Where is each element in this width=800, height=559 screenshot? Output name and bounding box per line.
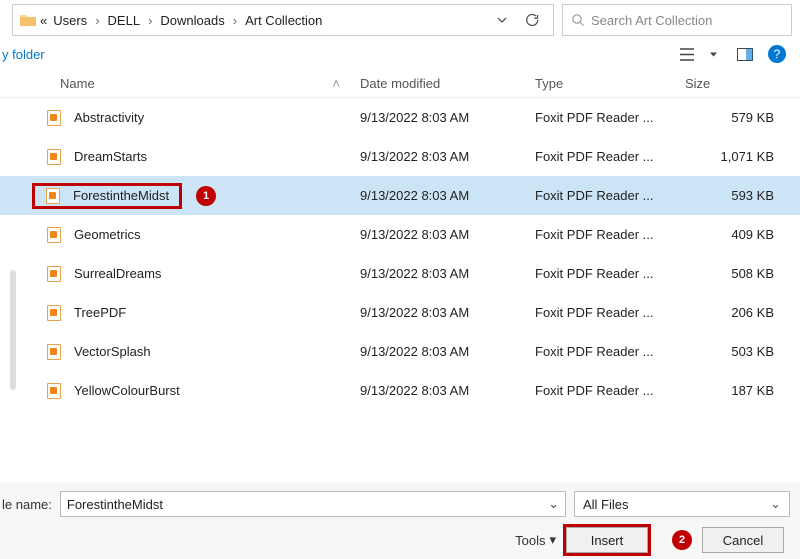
view-list-icon[interactable] — [674, 42, 700, 66]
file-row[interactable]: DreamStarts 9/13/2022 8:03 AMFoxit PDF R… — [0, 137, 800, 176]
sort-indicator-icon: ˄ — [332, 76, 340, 91]
file-date: 9/13/2022 8:03 AM — [360, 110, 535, 125]
tools-menu[interactable]: Tools ▾ — [515, 532, 556, 548]
pdf-file-icon — [46, 266, 62, 282]
file-row[interactable]: Geometrics 9/13/2022 8:03 AMFoxit PDF Re… — [0, 215, 800, 254]
chevron-down-icon[interactable]: ⌄ — [548, 496, 559, 512]
file-type: Foxit PDF Reader ... — [535, 110, 685, 125]
file-name: ForestintheMidst — [73, 188, 175, 203]
refresh-button[interactable] — [517, 6, 547, 34]
file-name: TreePDF — [74, 305, 354, 320]
file-size: 508 KB — [685, 266, 790, 281]
file-row[interactable]: Abstractivity 9/13/2022 8:03 AMFoxit PDF… — [0, 98, 800, 137]
chevron-right-icon: › — [95, 13, 99, 28]
file-name: YellowColourBurst — [74, 383, 354, 398]
annotation-badge-2: 2 — [672, 530, 692, 550]
file-name: Abstractivity — [74, 110, 354, 125]
view-dropdown-icon[interactable] — [700, 42, 726, 66]
column-size[interactable]: Size — [685, 76, 790, 91]
column-date[interactable]: Date modified — [360, 76, 535, 91]
column-type[interactable]: Type — [535, 76, 685, 91]
file-date: 9/13/2022 8:03 AM — [360, 188, 535, 203]
file-row[interactable]: YellowColourBurst 9/13/2022 8:03 AMFoxit… — [0, 371, 800, 410]
file-date: 9/13/2022 8:03 AM — [360, 383, 535, 398]
pdf-file-icon — [46, 344, 62, 360]
filename-input[interactable]: ForestintheMidst ⌄ — [60, 491, 566, 517]
crumb-users[interactable]: Users — [50, 11, 90, 30]
file-date: 9/13/2022 8:03 AM — [360, 149, 535, 164]
crumb-prefix: « — [37, 11, 50, 30]
file-type: Foxit PDF Reader ... — [535, 344, 685, 359]
file-size: 187 KB — [685, 383, 790, 398]
column-name[interactable]: Name˄ — [0, 76, 360, 91]
pdf-file-icon — [46, 383, 62, 399]
crumb-downloads[interactable]: Downloads — [157, 11, 227, 30]
file-size: 409 KB — [685, 227, 790, 242]
crumb-dell[interactable]: DELL — [105, 11, 144, 30]
file-size: 1,071 KB — [685, 149, 790, 164]
file-size: 579 KB — [685, 110, 790, 125]
file-row[interactable]: ForestintheMidst 1 9/13/2022 8:03 AMFoxi… — [0, 176, 800, 215]
file-name: VectorSplash — [74, 344, 354, 359]
file-type-filter[interactable]: All Files ⌄ — [574, 491, 790, 517]
history-dropdown[interactable] — [487, 6, 517, 34]
chevron-right-icon: › — [148, 13, 152, 28]
file-type: Foxit PDF Reader ... — [535, 227, 685, 242]
annotation-highlight: ForestintheMidst — [32, 183, 182, 209]
file-name: SurrealDreams — [74, 266, 354, 281]
search-input[interactable]: Search Art Collection — [562, 4, 792, 36]
caret-down-icon: ▾ — [549, 532, 556, 548]
filename-label: le name: — [2, 497, 52, 512]
file-date: 9/13/2022 8:03 AM — [360, 344, 535, 359]
file-name: DreamStarts — [74, 149, 354, 164]
cancel-button[interactable]: Cancel — [702, 527, 784, 553]
filter-value: All Files — [583, 497, 629, 512]
file-name: Geometrics — [74, 227, 354, 242]
file-row[interactable]: SurrealDreams 9/13/2022 8:03 AMFoxit PDF… — [0, 254, 800, 293]
search-placeholder: Search Art Collection — [591, 13, 712, 28]
pdf-file-icon — [46, 149, 62, 165]
column-header-row: Name˄ Date modified Type Size — [0, 70, 800, 98]
file-type: Foxit PDF Reader ... — [535, 149, 685, 164]
file-date: 9/13/2022 8:03 AM — [360, 227, 535, 242]
breadcrumb[interactable]: « Users › DELL › Downloads › Art Collect… — [12, 4, 554, 36]
file-date: 9/13/2022 8:03 AM — [360, 266, 535, 281]
pdf-file-icon — [46, 227, 62, 243]
file-row[interactable]: VectorSplash 9/13/2022 8:03 AMFoxit PDF … — [0, 332, 800, 371]
preview-pane-icon[interactable] — [732, 42, 758, 66]
annotation-badge-1: 1 — [196, 186, 216, 206]
file-type: Foxit PDF Reader ... — [535, 188, 685, 203]
pdf-file-icon — [46, 110, 62, 126]
filename-value: ForestintheMidst — [67, 497, 163, 512]
scrollbar-stub[interactable] — [10, 270, 16, 390]
file-size: 206 KB — [685, 305, 790, 320]
file-row[interactable]: TreePDF 9/13/2022 8:03 AMFoxit PDF Reade… — [0, 293, 800, 332]
file-size: 593 KB — [685, 188, 790, 203]
file-type: Foxit PDF Reader ... — [535, 305, 685, 320]
folder-icon — [19, 13, 37, 27]
search-icon — [571, 13, 585, 27]
new-folder-button[interactable]: y folder — [0, 47, 45, 62]
chevron-right-icon: › — [233, 13, 237, 28]
file-date: 9/13/2022 8:03 AM — [360, 305, 535, 320]
chevron-down-icon[interactable]: ⌄ — [770, 496, 781, 512]
pdf-file-icon — [46, 305, 62, 321]
file-type: Foxit PDF Reader ... — [535, 266, 685, 281]
pdf-file-icon — [45, 188, 61, 204]
help-icon[interactable]: ? — [768, 45, 786, 63]
crumb-artcollection[interactable]: Art Collection — [242, 11, 325, 30]
insert-button[interactable]: Insert — [566, 527, 648, 553]
file-size: 503 KB — [685, 344, 790, 359]
file-type: Foxit PDF Reader ... — [535, 383, 685, 398]
